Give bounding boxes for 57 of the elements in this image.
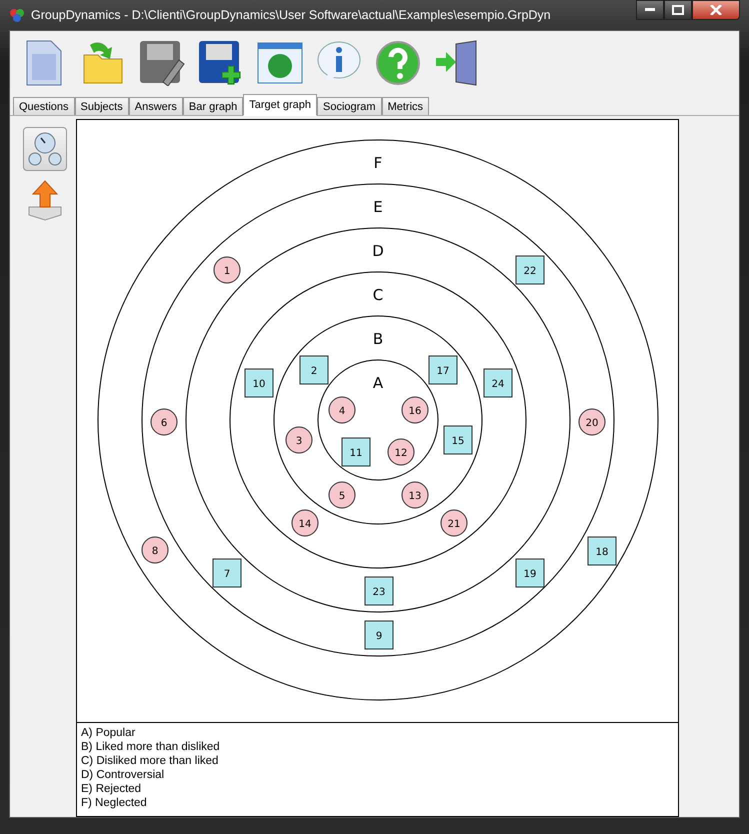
maximize-button[interactable] bbox=[664, 0, 692, 20]
tab[interactable]: Questions bbox=[13, 97, 75, 115]
legend-line: C) Disliked more than liked bbox=[81, 754, 220, 768]
subject-node[interactable]: 4 bbox=[328, 396, 356, 424]
help-icon[interactable] bbox=[375, 40, 421, 86]
gauges-button[interactable] bbox=[23, 127, 67, 171]
subject-node[interactable]: 10 bbox=[244, 368, 274, 398]
subject-node[interactable]: 6 bbox=[150, 408, 178, 436]
legend-line: E) Rejected bbox=[81, 782, 142, 796]
subject-node[interactable]: 20 bbox=[578, 408, 606, 436]
app-icon bbox=[9, 7, 25, 23]
subject-node[interactable]: 3 bbox=[286, 426, 312, 454]
subject-node[interactable]: 15 bbox=[444, 426, 472, 454]
browser-globe-icon[interactable] bbox=[257, 42, 303, 84]
subject-node[interactable]: 21 bbox=[440, 510, 468, 536]
minimize-button[interactable] bbox=[636, 0, 664, 20]
subject-node[interactable]: 16 bbox=[402, 396, 428, 424]
legend-line: F) Neglected bbox=[81, 796, 148, 810]
legend-line: A) Popular bbox=[81, 726, 136, 740]
ring-label: A bbox=[372, 374, 384, 392]
subject-node[interactable]: 22 bbox=[516, 256, 544, 284]
tab[interactable]: Subjects bbox=[74, 97, 129, 115]
ring-label: D bbox=[372, 242, 384, 260]
tab[interactable]: Target graph bbox=[243, 94, 317, 116]
tab[interactable]: Answers bbox=[128, 97, 183, 115]
ring-label: C bbox=[372, 286, 384, 304]
subject-node[interactable]: 1 bbox=[214, 256, 240, 284]
maximize-icon bbox=[672, 5, 684, 15]
close-button[interactable] bbox=[692, 0, 740, 20]
minimize-icon bbox=[645, 8, 655, 12]
ring-label: B bbox=[372, 330, 384, 348]
ring-label: F bbox=[374, 154, 382, 172]
subject-node[interactable]: 23 bbox=[364, 576, 394, 606]
subject-node[interactable]: 2 bbox=[300, 356, 328, 384]
subject-node[interactable]: 8 bbox=[142, 536, 168, 564]
tab[interactable]: Sociogram bbox=[317, 97, 382, 115]
floppy-pencil-icon[interactable] bbox=[139, 40, 185, 86]
subject-node[interactable]: 19 bbox=[516, 558, 544, 588]
subject-node[interactable]: 7 bbox=[212, 558, 242, 588]
subject-node[interactable]: 5 bbox=[328, 482, 356, 508]
legend-line: B) Liked more than disliked bbox=[81, 740, 221, 754]
subject-node[interactable]: 14 bbox=[292, 510, 318, 536]
close-icon bbox=[710, 5, 722, 15]
ring-label: E bbox=[373, 198, 383, 216]
tab[interactable]: Metrics bbox=[382, 97, 430, 115]
subject-node[interactable]: 18 bbox=[588, 536, 616, 566]
subject-node[interactable]: 9 bbox=[364, 620, 394, 650]
document-icon[interactable] bbox=[26, 40, 62, 86]
subject-node[interactable]: 13 bbox=[402, 482, 428, 508]
window-title: GroupDynamics - D:\Clienti\GroupDynamics\User Software\actual\Examples\esempio.GrpDyn bbox=[31, 8, 551, 22]
subject-node[interactable]: 17 bbox=[428, 356, 458, 384]
tab[interactable]: Bar graph bbox=[182, 97, 244, 115]
subject-node[interactable]: 24 bbox=[484, 368, 512, 398]
info-bubble-icon[interactable] bbox=[316, 40, 362, 86]
subject-node[interactable]: 11 bbox=[342, 438, 370, 466]
legend-line: D) Controversial bbox=[81, 768, 166, 782]
subject-node[interactable]: 12 bbox=[388, 438, 414, 466]
